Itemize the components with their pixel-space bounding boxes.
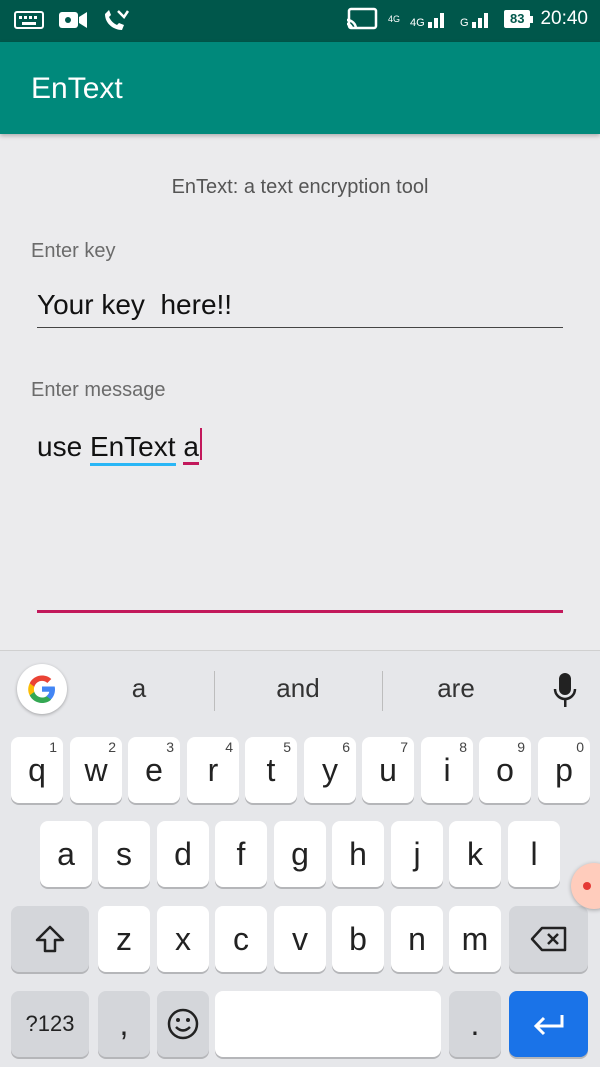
svg-text:4G: 4G	[410, 17, 425, 29]
cast-icon	[346, 7, 378, 30]
message-field-label: Enter message	[31, 379, 166, 401]
status-bar: 4G 4G G 83 20:40	[0, 0, 600, 42]
key-p[interactable]: p0	[538, 737, 590, 803]
space-bar[interactable]	[215, 991, 441, 1057]
app-bar: EnText	[0, 42, 600, 134]
emoji-smiley-icon	[167, 1008, 199, 1040]
text-cursor	[199, 428, 202, 460]
key-r[interactable]: r4	[187, 737, 239, 803]
suggestion-bar: a and are	[0, 651, 600, 731]
shift-key[interactable]	[11, 906, 89, 972]
key-i[interactable]: i8	[421, 737, 473, 803]
key-f[interactable]: f	[215, 821, 267, 887]
suggestion-3[interactable]: are	[376, 673, 536, 704]
key-g[interactable]: g	[274, 821, 326, 887]
backspace-key[interactable]	[509, 906, 588, 972]
key-n[interactable]: n	[391, 906, 443, 972]
key-u[interactable]: u7	[362, 737, 414, 803]
key-d[interactable]: d	[157, 821, 209, 887]
google-g-icon	[28, 675, 55, 703]
key-v[interactable]: v	[274, 906, 326, 972]
page-subtitle: EnText: a text encryption tool	[171, 176, 429, 198]
key-k[interactable]: k	[449, 821, 501, 887]
key-l[interactable]: l	[508, 821, 560, 887]
key-b[interactable]: b	[332, 906, 384, 972]
key-z[interactable]: z	[98, 906, 150, 972]
key-s[interactable]: s	[98, 821, 150, 887]
message-input[interactable]: use EnText a	[37, 428, 202, 466]
shift-arrow-icon	[35, 925, 65, 953]
period-key[interactable]: .	[449, 991, 501, 1057]
key-e[interactable]: e3	[128, 737, 180, 803]
key-a[interactable]: a	[40, 821, 92, 887]
emoji-key[interactable]	[157, 991, 209, 1057]
system-status: 4G 4G G 83 20:40	[346, 7, 588, 31]
app-title: EnText	[31, 72, 123, 105]
battery-indicator: 83	[503, 10, 534, 28]
key-input-underline	[37, 327, 563, 328]
keyboard-notification-icon	[14, 11, 44, 29]
key-y[interactable]: y6	[304, 737, 356, 803]
key-input[interactable]: Your key here!!	[37, 289, 232, 321]
message-composing-word: a	[183, 431, 199, 465]
missed-call-icon	[105, 10, 130, 30]
key-c[interactable]: c	[215, 906, 267, 972]
soft-keyboard: a and are q1 w2 e3 r4 t5 y6 u7 i8 o9 p0 …	[0, 650, 600, 1067]
key-field-label: Enter key	[31, 240, 116, 262]
message-text-word-underlined: EnText	[89, 431, 176, 466]
symbols-key[interactable]: ?123	[11, 991, 89, 1057]
message-input-underline	[37, 610, 563, 613]
key-m[interactable]: m	[449, 906, 501, 972]
video-camera-icon	[59, 12, 87, 28]
key-j[interactable]: j	[391, 821, 443, 887]
signal-strength-icon: 4G	[410, 13, 444, 29]
key-q[interactable]: q1	[11, 737, 63, 803]
notification-icons	[14, 8, 130, 32]
svg-text:G: G	[460, 17, 469, 29]
key-w[interactable]: w2	[70, 737, 122, 803]
key-x[interactable]: x	[157, 906, 209, 972]
microphone-icon[interactable]	[552, 671, 578, 711]
signal-strength-icon-2: G	[460, 13, 488, 29]
clock: 20:40	[540, 8, 588, 29]
key-o[interactable]: o9	[479, 737, 531, 803]
message-text-word: use	[37, 431, 90, 462]
key-t[interactable]: t5	[245, 737, 297, 803]
key-h[interactable]: h	[332, 821, 384, 887]
comma-key[interactable]: ,	[98, 991, 150, 1057]
suggestion-1[interactable]: a	[59, 673, 219, 704]
enter-key[interactable]	[509, 991, 588, 1057]
suggestion-2[interactable]: and	[218, 673, 378, 704]
data-activity-indicator: 4G	[387, 13, 400, 24]
suggestion-divider	[214, 671, 215, 711]
enter-arrow-icon	[533, 1015, 563, 1036]
backspace-icon	[530, 926, 566, 952]
